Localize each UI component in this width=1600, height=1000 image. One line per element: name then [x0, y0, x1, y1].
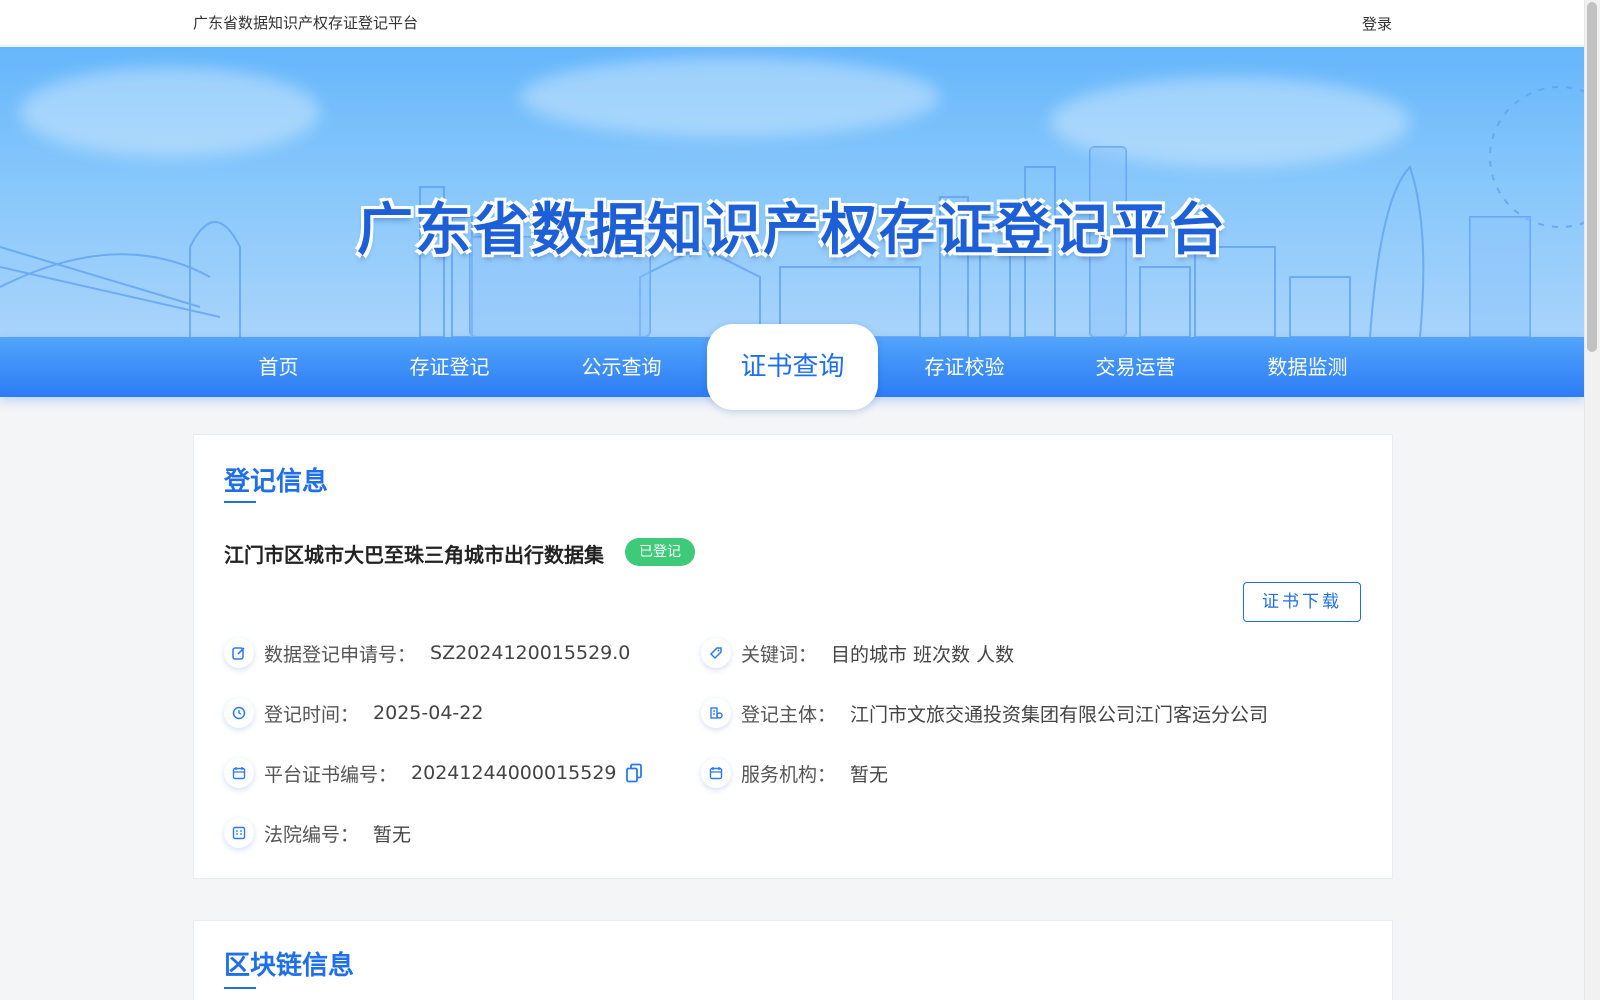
blockchain-panel: 区块链信息 — [193, 920, 1393, 1000]
field-certificate-no: 平台证书编号： 20241244000015529 — [224, 756, 643, 790]
certificate-no-value: 20241244000015529 — [411, 762, 617, 784]
nav-home[interactable]: 首页 — [193, 337, 364, 397]
application-no-label: 数据登记申请号： — [264, 643, 417, 666]
tag-icon — [701, 638, 731, 668]
scrollbar-thumb[interactable] — [1587, 2, 1597, 352]
registration-time-value: 2025-04-22 — [373, 702, 484, 724]
service-org-value: 暂无 — [850, 763, 889, 786]
subject-value: 江门市文旅交通投资集团有限公司江门客运分公司 — [850, 703, 1269, 726]
hero-banner: 广东省数据知识产权存证登记平台 — [0, 47, 1584, 337]
field-service-org: 服务机构： 暂无 — [701, 756, 888, 790]
title-underline — [224, 987, 256, 989]
nav-verify[interactable]: 存证校验 — [879, 337, 1050, 397]
nav-trading[interactable]: 交易运营 — [1050, 337, 1221, 397]
field-registration-time: 登记时间： 2025-04-22 — [224, 696, 483, 730]
login-link[interactable]: 登录 — [1362, 13, 1392, 34]
site-name: 广东省数据知识产权存证登记平台 — [193, 14, 419, 32]
dataset-name: 江门市区城市大巴至珠三角城市出行数据集 — [224, 543, 604, 567]
calendar-icon — [224, 758, 254, 788]
calendar-icon — [701, 758, 731, 788]
service-org-label: 服务机构： — [741, 763, 837, 786]
scrollbar[interactable] — [1584, 0, 1600, 1000]
court-no-value: 暂无 — [373, 823, 412, 846]
field-application-no: 数据登记申请号： SZ2024120015529.0 — [224, 636, 630, 670]
nav-public-query[interactable]: 公示查询 — [536, 337, 707, 397]
certificate-no-label: 平台证书编号： — [264, 763, 398, 786]
edit-icon — [224, 638, 254, 668]
field-subject: 登记主体： 江门市文旅交通投资集团有限公司江门客运分公司 — [701, 696, 1268, 730]
registration-title: 登记信息 — [224, 467, 329, 497]
subject-label: 登记主体： — [741, 703, 837, 726]
title-underline — [224, 501, 256, 503]
document-icon — [224, 818, 254, 848]
status-badge: 已登记 — [625, 538, 695, 566]
field-keywords: 关键词： 目的城市 班次数 人数 — [701, 636, 1014, 670]
main-nav: 首页 存证登记 公示查询 证书查询 存证校验 交易运营 数据监测 — [0, 324, 1584, 410]
clock-icon — [224, 698, 254, 728]
nav-register[interactable]: 存证登记 — [364, 337, 535, 397]
registration-time-label: 登记时间： — [264, 703, 360, 726]
field-court-no: 法院编号： 暂无 — [224, 816, 411, 850]
court-no-label: 法院编号： — [264, 823, 360, 846]
application-no-value: SZ2024120015529.0 — [430, 642, 631, 664]
certificate-download-button[interactable]: 证书下载 — [1243, 582, 1361, 622]
keywords-label: 关键词： — [741, 643, 818, 666]
nav-monitoring[interactable]: 数据监测 — [1222, 337, 1393, 397]
nav-certificate-query[interactable]: 证书查询 — [707, 324, 878, 410]
copy-icon[interactable] — [625, 763, 643, 783]
organization-icon — [701, 698, 731, 728]
registration-panel: 登记信息 江门市区城市大巴至珠三角城市出行数据集 已登记 证书下载 数据登记申请… — [193, 434, 1393, 879]
blockchain-title: 区块链信息 — [224, 951, 355, 981]
top-bar: 广东省数据知识产权存证登记平台 登录 — [0, 0, 1584, 46]
keywords-value: 目的城市 班次数 人数 — [831, 643, 1015, 666]
banner-title: 广东省数据知识产权存证登记平台 — [357, 198, 1227, 263]
